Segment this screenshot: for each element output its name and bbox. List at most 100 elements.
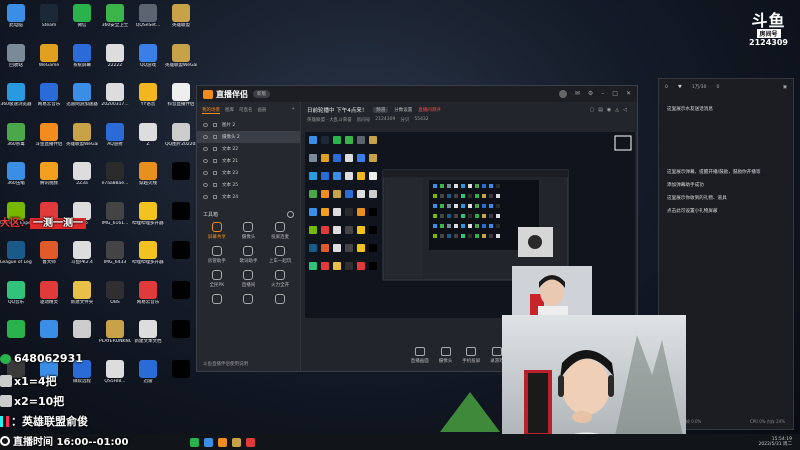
desktop-icon[interactable]: 360安全卫士 xyxy=(99,2,131,40)
avatar[interactable] xyxy=(558,90,567,98)
tool-button[interactable]: 房管助手 xyxy=(201,246,233,264)
bottom-control-button[interactable]: 摄像头 xyxy=(439,347,452,371)
tool-button[interactable]: 上车一起玩 xyxy=(264,246,296,264)
tool-button[interactable]: 火力全开 xyxy=(264,270,296,288)
scene-tab[interactable]: 我的场景 xyxy=(202,107,220,114)
desktop-icon[interactable]: 360杀毒 xyxy=(0,121,32,159)
desktop-icon[interactable]: 此电脑 xyxy=(0,2,32,40)
desktop-icon[interactable] xyxy=(165,239,197,277)
taskbar-app-icon[interactable] xyxy=(246,437,255,447)
desktop-icon[interactable]: Steam xyxy=(33,2,65,40)
taskbar-app-icon[interactable] xyxy=(232,437,241,447)
minimize-icon[interactable]: – xyxy=(601,90,604,98)
desktop-icon[interactable]: 新建文件夹 xyxy=(66,279,98,317)
lock-icon[interactable] xyxy=(213,123,217,127)
scene-tab[interactable]: 司直名 xyxy=(239,107,253,114)
tool-button[interactable]: 摄像头 xyxy=(233,222,265,240)
desktop-icon[interactable]: QS5HI8... xyxy=(99,358,131,396)
desktop-icon[interactable]: QQ音乐 xyxy=(0,279,32,317)
lock-icon[interactable] xyxy=(213,195,217,199)
room-chip[interactable]: 频道 xyxy=(373,107,389,113)
desktop-icon[interactable]: WeGame xyxy=(33,42,65,80)
desktop-icon[interactable]: QQSeSet... xyxy=(132,2,164,40)
eye-icon[interactable] xyxy=(203,123,208,127)
more-icon[interactable]: ▣ xyxy=(783,85,787,90)
scene-tab[interactable]: 画册 xyxy=(258,107,267,114)
maximize-icon[interactable]: □ xyxy=(612,90,618,98)
desktop-icon[interactable]: 新建文本文档 xyxy=(132,318,164,356)
version-badge[interactable]: 新版 xyxy=(253,90,270,98)
desktop-icon[interactable]: 360压缩 xyxy=(0,160,32,198)
desktop-icon[interactable]: 360极速浏览器 xyxy=(0,81,32,119)
room-title[interactable]: 日前轮播中 下午4点来！ xyxy=(307,106,367,114)
eye-icon[interactable] xyxy=(203,195,208,199)
desktop-icon[interactable]: OBS xyxy=(99,279,131,317)
scene-item[interactable]: 文本 23 xyxy=(197,167,300,179)
desktop-icon[interactable]: IMG_6161... xyxy=(99,200,131,238)
desktop-icon[interactable]: AQ道射 xyxy=(99,121,131,159)
desktop-icon[interactable]: 微信 xyxy=(66,2,98,40)
scene-item[interactable]: 文本 25 xyxy=(197,179,300,191)
desktop-icon[interactable]: 22222 xyxy=(99,42,131,80)
eye-icon[interactable] xyxy=(203,159,208,163)
lock-icon[interactable] xyxy=(213,159,217,163)
desktop-icon[interactable]: 鲁大师 xyxy=(33,239,65,277)
desktop-icon[interactable]: YY语音 xyxy=(132,81,164,119)
desktop-icon[interactable]: IMG_6433 xyxy=(99,239,131,277)
taskbar-app-icon[interactable] xyxy=(204,437,213,447)
desktop-icon[interactable]: 驱动精灵 xyxy=(33,279,65,317)
lock-icon[interactable] xyxy=(213,183,217,187)
scene-item[interactable]: 文本 24 xyxy=(197,191,300,203)
desktop-icon[interactable]: 20200317... xyxy=(99,81,131,119)
scene-item[interactable]: 图片 2 xyxy=(197,119,300,131)
desktop-icon[interactable]: 英雄联盟 xyxy=(165,2,197,40)
tool-button[interactable]: 歌词助手 xyxy=(233,246,265,264)
desktop-icon[interactable]: 穿越火线 xyxy=(132,160,164,198)
desktop-icon[interactable]: 腾讯视频 xyxy=(33,160,65,198)
desktop-icon[interactable]: League of Legends xyxy=(0,239,32,277)
desktop-icon[interactable]: 系统屏幕 xyxy=(66,42,98,80)
system-clock[interactable]: 15:54:19 2022/5/31 周二 xyxy=(758,437,792,448)
desktop-icon[interactable] xyxy=(66,318,98,356)
desktop-icon[interactable]: 回收站 xyxy=(0,42,32,80)
eye-icon[interactable] xyxy=(203,135,208,139)
tool-button[interactable]: 全民PK xyxy=(201,270,233,288)
bottom-control-button[interactable]: 手机投屏 xyxy=(462,347,480,371)
desktop-icon[interactable]: 英雄联盟WeGame版 xyxy=(66,121,98,159)
close-icon[interactable]: ✕ xyxy=(626,90,631,98)
lock-icon[interactable] xyxy=(213,135,217,139)
scene-item[interactable]: 文本 22 xyxy=(197,143,300,155)
desktop-icon[interactable] xyxy=(165,318,197,356)
desktop-icon[interactable]: 斗鱼直播伴侣 xyxy=(33,121,65,159)
desktop-icon[interactable]: 网易云音乐 xyxy=(33,81,65,119)
desktop-icon[interactable] xyxy=(165,279,197,317)
eye-icon[interactable] xyxy=(203,147,208,151)
lock-icon[interactable] xyxy=(213,147,217,151)
tool-button[interactable]: 投屏连麦 xyxy=(264,222,296,240)
collapse-icon[interactable] xyxy=(287,211,294,218)
tool-button[interactable] xyxy=(233,294,265,306)
desktop-icon[interactable] xyxy=(0,318,32,356)
scene-tab[interactable]: 图库 xyxy=(225,107,234,114)
desktop-icon[interactable]: 哔哩哔哩多开器4 xyxy=(132,239,164,277)
room-red-text[interactable]: 直播间测评 xyxy=(418,107,441,113)
desktop-icon[interactable]: 哔哩哔哩多开器4 xyxy=(132,200,164,238)
taskbar-app-icon[interactable] xyxy=(190,437,199,447)
window-titlebar[interactable]: 直播伴侣 新版 ✉ ⚙ – □ ✕ xyxy=(197,86,637,102)
tool-button[interactable]: 直播间 xyxy=(233,270,265,288)
desktop-icon[interactable]: 迅雷网游加速器 xyxy=(66,81,98,119)
desktop-icon[interactable]: 迅雷 xyxy=(132,358,164,396)
desktop-icon[interactable]: 2Z3a xyxy=(66,160,98,198)
desktop-icon[interactable]: QQ图片20220529... xyxy=(165,121,197,159)
mail-icon[interactable]: ✉ xyxy=(575,90,580,98)
scene-item[interactable]: 摄像头 2 xyxy=(197,131,300,143)
desktop-icon[interactable]: e7aa88ae... xyxy=(99,160,131,198)
tool-button[interactable] xyxy=(201,294,233,306)
desktop-icon[interactable] xyxy=(165,160,197,198)
tool-button[interactable] xyxy=(264,294,296,306)
tool-button[interactable]: 屏幕共享 xyxy=(201,222,233,240)
desktop-icon[interactable] xyxy=(33,318,65,356)
lock-icon[interactable] xyxy=(213,171,217,175)
desktop-icon[interactable]: 网易云音乐 xyxy=(132,279,164,317)
desktop-icon[interactable]: 抖音直播伴侣 xyxy=(165,81,197,119)
